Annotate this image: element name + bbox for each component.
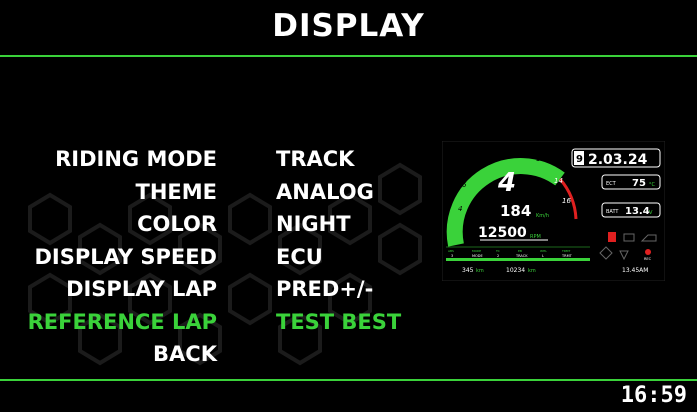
menu-item-riding-mode[interactable]: RIDING MODE — [28, 143, 217, 176]
battery-value: 13.4 — [625, 206, 650, 217]
tach-label-14: 14 — [554, 177, 563, 185]
ect-value: 75 — [632, 178, 646, 189]
preview-time: 13.45AM — [622, 267, 648, 274]
display-settings-screen: DISPLAY RIDING MODE THEME COLOR DISPLAY … — [0, 0, 697, 412]
speed-value: 184 — [500, 202, 531, 220]
menu-item-color[interactable]: COLOR — [28, 208, 217, 241]
value-color[interactable]: NIGHT — [276, 208, 401, 241]
value-riding-mode[interactable]: TRACK — [276, 143, 401, 176]
ect-unit: °C — [649, 182, 656, 188]
header-divider — [0, 55, 697, 57]
value-theme[interactable]: ANALOG — [276, 176, 401, 209]
value-display-speed[interactable]: ECU — [276, 241, 401, 274]
back-button[interactable]: BACK — [28, 338, 217, 371]
mode-label-eb: EB — [518, 249, 522, 253]
mode-label-tc: TC — [495, 249, 500, 253]
menu-item-display-lap[interactable]: DISPLAY LAP — [28, 273, 217, 306]
tach-label-16: 16 — [562, 197, 571, 205]
mode-value-trmt: TRMT — [561, 254, 573, 258]
value-display-lap[interactable]: PRED+/- — [276, 273, 401, 306]
mode-label-trmt: TRMT — [561, 249, 571, 253]
mode-value-tc: 2 — [497, 254, 499, 258]
trip-value: 10234 — [506, 267, 525, 274]
odometer-value: 345 — [462, 267, 474, 274]
record-icon — [645, 249, 651, 255]
odometer-unit: km — [476, 268, 484, 274]
footer-bar — [0, 381, 697, 412]
menu-item-reference-lap[interactable]: REFERENCE LAP — [28, 306, 217, 339]
tach-label-4: 4 — [458, 205, 462, 213]
battery-unit: V — [649, 210, 653, 216]
value-reference-lap[interactable]: TEST BEST — [276, 306, 401, 339]
tach-label-6: 6 — [462, 181, 467, 189]
mode-label-whl: WHL — [540, 249, 547, 253]
rpm-value: 12500 — [478, 225, 527, 241]
rpm-unit: RPM — [530, 234, 541, 240]
speed-unit: Km/h — [536, 213, 549, 219]
menu-item-theme[interactable]: THEME — [28, 176, 218, 209]
tach-label-12: 12 — [536, 155, 545, 163]
mode-value-abs: 3 — [451, 254, 453, 258]
header-bar: DISPLAY — [0, 0, 697, 55]
mode-value-eb: TRACK — [515, 254, 528, 258]
record-label: REC — [644, 257, 652, 261]
battery-label: BATT — [606, 209, 619, 215]
gear-indicator: 4 — [497, 168, 516, 198]
trip-unit: km — [528, 268, 536, 274]
lap-time: 2.03.24 — [588, 152, 648, 168]
menu-labels: RIDING MODE THEME COLOR DISPLAY SPEED DI… — [28, 143, 217, 371]
menu-values: TRACK ANALOG NIGHT ECU PRED+/- TEST BEST — [276, 143, 401, 338]
mode-value-mode: MODE — [472, 254, 483, 258]
clock: 16:59 — [620, 383, 687, 408]
lap-number: 9 — [576, 154, 583, 165]
temperature-warning-icon — [608, 232, 616, 242]
tach-label-8: 8 — [482, 159, 487, 167]
mode-label-mode: MODE — [472, 249, 481, 253]
mode-label-abs: ABS — [448, 249, 454, 253]
ect-label: ECT — [606, 181, 617, 187]
mode-value-whl: L — [542, 254, 544, 258]
tach-label-10: 10 — [507, 150, 516, 158]
page-title: DISPLAY — [272, 8, 425, 44]
dashboard-preview: 4 6 8 10 12 14 16 4 184 Km/h 12500 RPM 9… — [442, 141, 665, 281]
menu-item-display-speed[interactable]: DISPLAY SPEED — [28, 241, 217, 274]
